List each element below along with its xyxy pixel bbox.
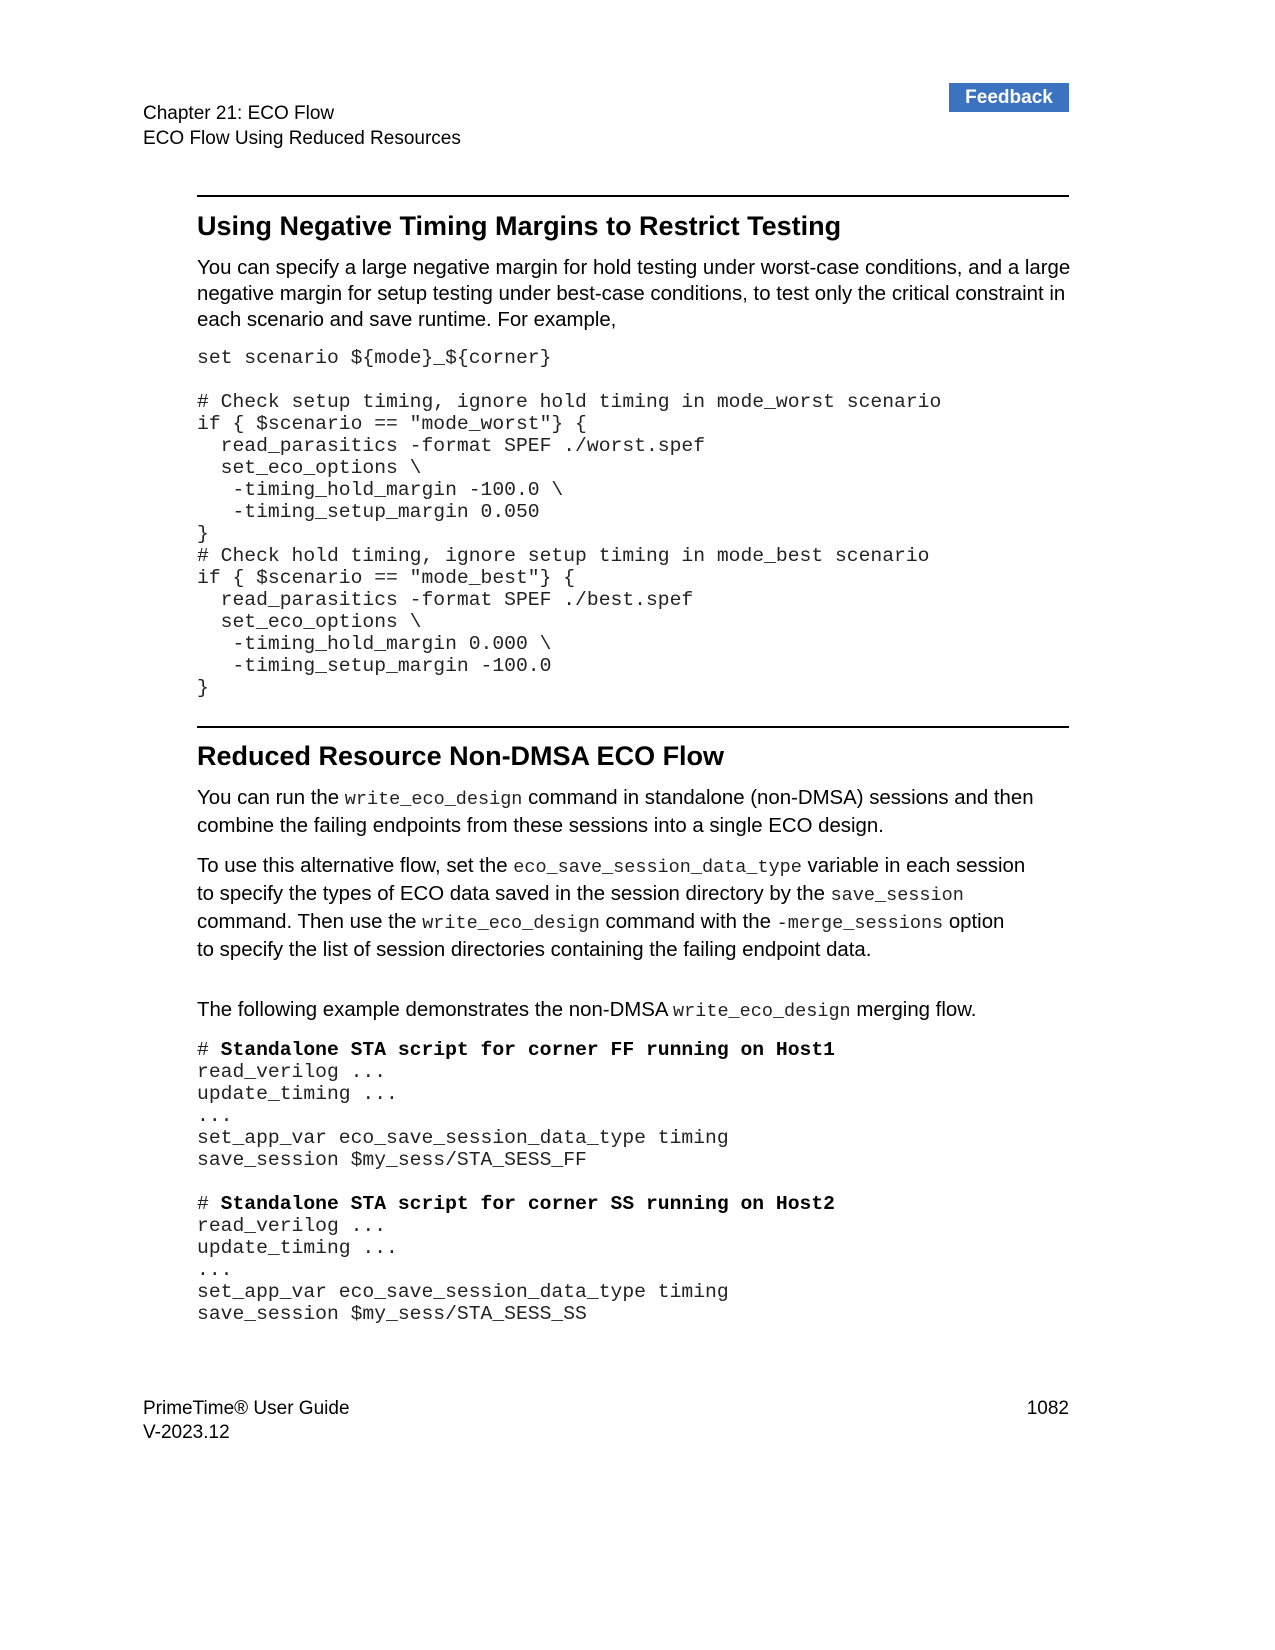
- footer-title: PrimeTime® User Guide: [143, 1398, 350, 1419]
- feedback-button[interactable]: Feedback: [949, 83, 1069, 112]
- code-block: # Standalone STA script for corner FF ru…: [197, 1039, 835, 1171]
- code-comment: Standalone STA script for corner SS runn…: [220, 1193, 835, 1215]
- text: merging flow.: [850, 999, 977, 1021]
- inline-code: eco_save_session_data_type: [513, 857, 802, 878]
- section-heading: Using Negative Timing Margins to Restric…: [197, 211, 842, 241]
- page-number: 1082: [1026, 1398, 1069, 1419]
- inline-code: write_eco_design: [673, 1001, 851, 1022]
- code-comment: Standalone STA script for corner FF runn…: [220, 1039, 835, 1061]
- text: To use this alternative flow, set the: [197, 855, 514, 877]
- inline-code: write_eco_design: [422, 913, 600, 934]
- section-heading: Reduced Resource Non-DMSA ECO Flow: [197, 741, 725, 771]
- inline-code: save_session: [830, 885, 964, 906]
- text: command with the: [599, 911, 777, 933]
- inline-code: -merge_sessions: [776, 913, 944, 934]
- paragraph: To use this alternative flow, set the ec…: [197, 853, 1027, 963]
- code-body: read_verilog ... update_timing ... ... s…: [197, 1215, 729, 1325]
- paragraph: The following example demonstrates the n…: [197, 997, 1077, 1025]
- footer-version: V-2023.12: [143, 1422, 230, 1443]
- code-body: read_verilog ... update_timing ... ... s…: [197, 1061, 729, 1171]
- text: You can run the: [197, 787, 345, 809]
- text: command. Then use the: [197, 911, 423, 933]
- section-divider: [197, 195, 1069, 197]
- paragraph: You can specify a large negative margin …: [197, 257, 1071, 331]
- code-block: set scenario ${mode}_${corner} # Check s…: [197, 347, 942, 699]
- inline-code: write_eco_design: [344, 789, 523, 810]
- section-divider: [197, 726, 1069, 728]
- paragraph: You can run the write_eco_design command…: [197, 785, 1077, 839]
- chapter-title: Chapter 21: ECO Flow: [143, 103, 335, 124]
- section-title: ECO Flow Using Reduced Resources: [143, 128, 461, 149]
- code-block: # Standalone STA script for corner SS ru…: [197, 1193, 835, 1325]
- text: The following example demonstrates the n…: [197, 999, 674, 1021]
